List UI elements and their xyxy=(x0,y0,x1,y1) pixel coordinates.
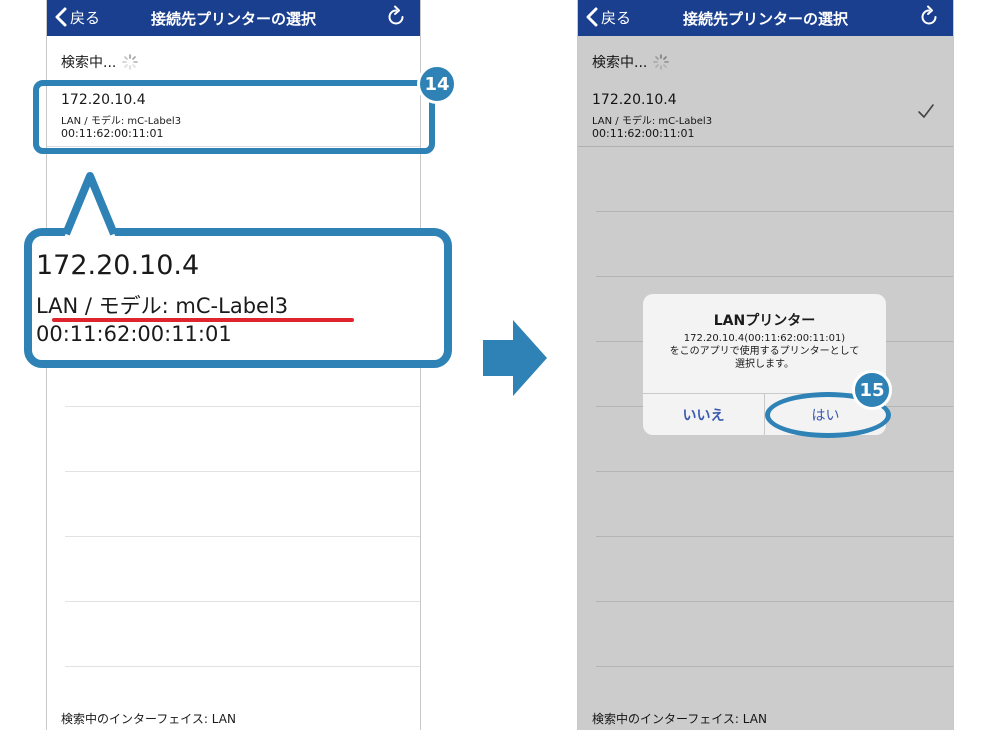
callout-ip: 172.20.10.4 xyxy=(36,250,200,281)
nav-bar: 戻る 接続先プリンターの選択 xyxy=(47,0,420,36)
next-step-arrow-icon xyxy=(483,320,547,396)
dialog-title: LANプリンター xyxy=(713,313,816,329)
dialog-message-line: をこのアプリで使用するプリンターとして xyxy=(669,346,860,357)
no-button[interactable]: いいえ xyxy=(643,394,765,435)
page-title: 接続先プリンターの選択 xyxy=(150,10,316,28)
callout-model: LAN / モデル: mC-Label3 xyxy=(36,294,289,318)
refresh-icon[interactable] xyxy=(384,5,408,29)
callout-mac: 00:11:62:00:11:01 xyxy=(36,322,232,346)
list-divider xyxy=(65,406,420,407)
list-divider xyxy=(65,601,420,602)
callout-pointer-icon xyxy=(62,172,118,238)
step-badge-15: 15 xyxy=(852,370,892,410)
list-divider xyxy=(65,536,420,537)
dialog-message-line: 172.20.10.4(00:11:62:00:11:01) xyxy=(683,333,846,344)
nav-bar: 戻る 接続先プリンターの選択 xyxy=(578,0,953,36)
right-screen: 戻る 接続先プリンターの選択 検索中... 172.20.10.4 LAN / … xyxy=(577,0,954,730)
searching-label: 検索中... xyxy=(61,55,117,71)
list-divider xyxy=(65,666,420,667)
interface-status: 検索中のインターフェイス: LAN xyxy=(61,712,236,726)
refresh-icon[interactable] xyxy=(917,5,941,29)
dialog-message-line: 選択します。 xyxy=(735,359,794,370)
dialog-message: 172.20.10.4(00:11:62:00:11:01) をこのアプリで使用… xyxy=(651,332,878,371)
list-divider xyxy=(65,471,420,472)
list-item-highlight xyxy=(33,80,435,154)
loading-spinner-icon xyxy=(122,54,139,70)
page-title: 接続先プリンターの選択 xyxy=(682,10,848,28)
step-badge-14: 14 xyxy=(417,64,457,104)
searching-status: 検索中... xyxy=(61,52,139,72)
